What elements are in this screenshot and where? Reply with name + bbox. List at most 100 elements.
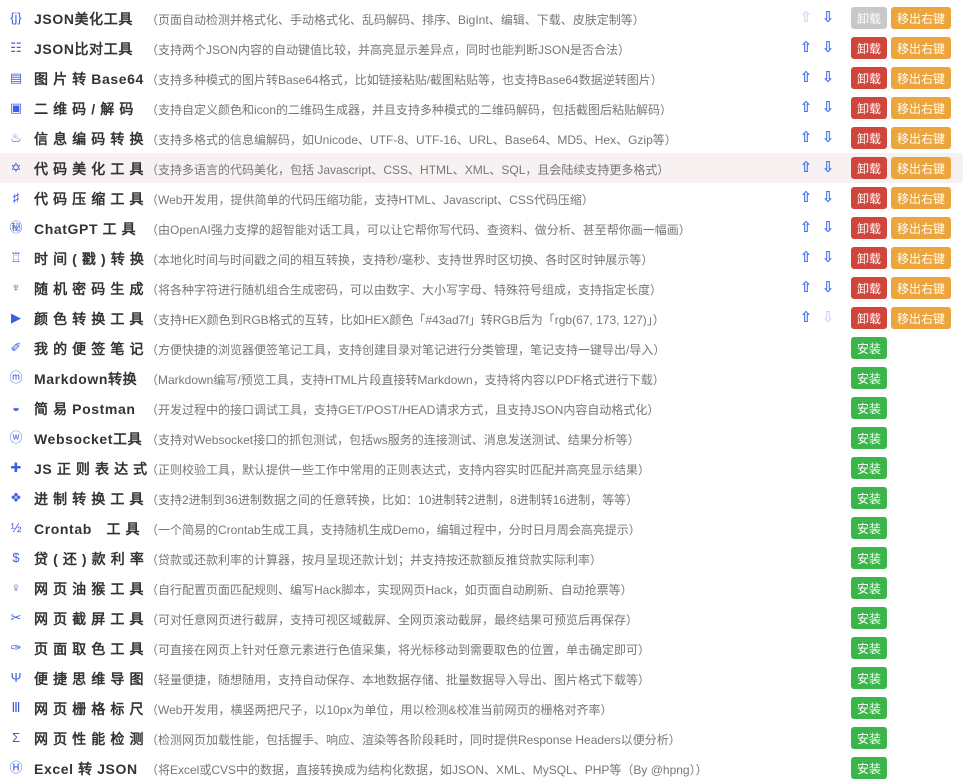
uninstall-button[interactable]: 卸载	[851, 97, 887, 119]
loan-icon: $	[12, 550, 20, 565]
color-picker-icon: ✑	[10, 640, 22, 655]
install-button[interactable]: 安装	[851, 457, 887, 479]
tool-row[interactable]: Ψ 便 捷 思 维 导 图（轻量便捷，随想随用，支持自动保存、本地数据存储、批量数…	[0, 663, 963, 693]
uninstall-button[interactable]: 卸载	[851, 277, 887, 299]
move-up-arrow-icon[interactable]: ⇧	[798, 218, 814, 236]
tool-row[interactable]: ♯ 代 码 压 缩 工 具（Web开发用，提供简单的代码压缩功能，支持HTML、J…	[0, 183, 963, 213]
tool-description: （支持HEX颜色到RGB格式的互转，比如HEX颜色「#43ad7f」转RGB后为…	[146, 313, 665, 327]
move-up-arrow-icon[interactable]: ⇧	[798, 248, 814, 266]
tool-row[interactable]: ✑ 页 面 取 色 工 具（可直接在网页上针对任意元素进行色值采集，将光标移动到需…	[0, 633, 963, 663]
tool-row[interactable]: ♆ 随 机 密 码 生 成（将各种字符进行随机组合生成密码，可以由数字、大小写字母…	[0, 273, 963, 303]
move-up-arrow-icon[interactable]: ⇧	[798, 308, 814, 326]
move-down-arrow-icon[interactable]: ⇩	[820, 158, 836, 176]
tool-row[interactable]: {j} JSON美化工具 （页面自动检测并格式化、手动格式化、乱码解码、排序、Big…	[0, 3, 963, 33]
remove-from-context-menu-button[interactable]: 移出右键	[891, 7, 951, 29]
remove-from-context-menu-button[interactable]: 移出右键	[891, 247, 951, 269]
compare-icon: ☷	[10, 40, 22, 55]
install-button[interactable]: 安装	[851, 697, 887, 719]
tool-row[interactable]: ♖ 时 间 ( 戳 ) 转 换（本地化时间与时间戳之间的相互转换，支持秒/毫秒、支…	[0, 243, 963, 273]
install-button[interactable]: 安装	[851, 367, 887, 389]
qrcode-icon: ▣	[9, 100, 23, 115]
uninstall-button[interactable]: 卸载	[851, 157, 887, 179]
tool-list: {j} JSON美化工具 （页面自动检测并格式化、手动格式化、乱码解码、排序、Big…	[0, 3, 963, 783]
tool-name: 网 页 截 屏 工 具	[34, 611, 145, 627]
uninstall-button[interactable]: 卸载	[851, 7, 887, 29]
tool-description: （自行配置页面匹配规则、编写Hack脚本，实现网页Hack，如页面自动刷新、自动…	[146, 583, 633, 597]
remove-from-context-menu-button[interactable]: 移出右键	[891, 217, 951, 239]
move-down-arrow-icon[interactable]: ⇩	[820, 218, 836, 236]
tool-row[interactable]: Ⓗ Excel 转 JSON （将Excel或CVS中的数据，直接转换成为结构化数据…	[0, 753, 963, 783]
remove-from-context-menu-button[interactable]: 移出右键	[891, 127, 951, 149]
tool-row[interactable]: ✡ 代 码 美 化 工 具（支持多语言的代码美化，包括 Javascript、CS…	[0, 153, 963, 183]
performance-icon: Σ	[11, 730, 21, 745]
tool-row[interactable]: Σ 网 页 性 能 检 测（检测网页加载性能，包括握手、响应、渲染等各阶段耗时，同…	[0, 723, 963, 753]
tool-description: （可对任意网页进行截屏，支持可视区域截屏、全网页滚动截屏，最终结果可预览后再保存…	[146, 613, 639, 627]
move-up-arrow-icon[interactable]: ⇧	[798, 68, 814, 86]
uninstall-button[interactable]: 卸载	[851, 247, 887, 269]
tool-row[interactable]: ❖ 进 制 转 换 工 具（支持2进制到36进制数据之间的任意转换，比如：10进制…	[0, 483, 963, 513]
install-button[interactable]: 安装	[851, 607, 887, 629]
tool-row[interactable]: ½ Crontab 工 具 （一个简易的Crontab生成工具，支持随机生成Demo…	[0, 513, 963, 543]
tool-row[interactable]: $ 贷 ( 还 ) 款 利 率（贷款或还款利率的计算器，按月呈现还款计划；并支持按…	[0, 543, 963, 573]
uninstall-button[interactable]: 卸载	[851, 187, 887, 209]
uninstall-button[interactable]: 卸载	[851, 127, 887, 149]
tool-row[interactable]: ♨ 信 息 编 码 转 换（支持多格式的信息编解码，如Unicode、UTF-8、…	[0, 123, 963, 153]
tool-row[interactable]: ✚ JS 正 则 表 达 式（正则校验工具，默认提供一些工作中常用的正则表达式，支…	[0, 453, 963, 483]
remove-from-context-menu-button[interactable]: 移出右键	[891, 157, 951, 179]
install-button[interactable]: 安装	[851, 757, 887, 779]
move-down-arrow-icon[interactable]: ⇩	[820, 128, 836, 146]
grid-ruler-icon: Ⅲ	[11, 700, 21, 715]
install-button[interactable]: 安装	[851, 577, 887, 599]
move-down-arrow-icon[interactable]: ⇩	[820, 38, 836, 56]
tool-row[interactable]: ▶ 颜 色 转 换 工 具（支持HEX颜色到RGB格式的互转，比如HEX颜色「#4…	[0, 303, 963, 333]
tool-row[interactable]: ✐ 我 的 便 签 笔 记（方便快捷的浏览器便签笔记工具，支持创建目录对笔记进行分…	[0, 333, 963, 363]
tool-name: JS 正 则 表 达 式	[34, 461, 148, 477]
remove-from-context-menu-button[interactable]: 移出右键	[891, 67, 951, 89]
install-button[interactable]: 安装	[851, 667, 887, 689]
move-up-arrow-icon[interactable]: ⇧	[798, 98, 814, 116]
tool-row[interactable]: ⓜ Markdown转换 （Markdown编写/预览工具，支持HTML片段直接转M…	[0, 363, 963, 393]
move-down-arrow-icon[interactable]: ⇩	[820, 98, 836, 116]
install-button[interactable]: 安装	[851, 397, 887, 419]
move-up-arrow-icon[interactable]: ⇧	[798, 278, 814, 296]
tool-row[interactable]: ㊙ ChatGPT 工 具 （由OpenAI强力支撑的超智能对话工具，可以让它帮你写…	[0, 213, 963, 243]
uninstall-button[interactable]: 卸载	[851, 217, 887, 239]
move-up-arrow-icon[interactable]: ⇧	[798, 128, 814, 146]
move-down-arrow-icon[interactable]: ⇩	[820, 248, 836, 266]
install-button[interactable]: 安装	[851, 637, 887, 659]
move-up-arrow-icon[interactable]: ⇧	[798, 158, 814, 176]
install-button[interactable]: 安装	[851, 547, 887, 569]
move-up-arrow-icon[interactable]: ⇧	[798, 38, 814, 56]
install-button[interactable]: 安装	[851, 487, 887, 509]
tool-row[interactable]: ◒ 简 易 Postman （开发过程中的接口调试工具，支持GET/POST/HEA…	[0, 393, 963, 423]
tool-row[interactable]: ▤ 图 片 转 Base64 （支持多种模式的图片转Base64格式，比如链接粘贴/…	[0, 63, 963, 93]
encode-icon: ♨	[10, 130, 22, 145]
remove-from-context-menu-button[interactable]: 移出右键	[891, 37, 951, 59]
tool-row[interactable]: ▣ 二 维 码 / 解 码 （支持自定义颜色和icon的二维码生成器，并且支持多种模…	[0, 93, 963, 123]
move-down-arrow-icon[interactable]: ⇩	[820, 188, 836, 206]
uninstall-button[interactable]: 卸载	[851, 37, 887, 59]
move-up-arrow-icon[interactable]: ⇧	[798, 188, 814, 206]
remove-from-context-menu-button[interactable]: 移出右键	[891, 187, 951, 209]
tool-description: （贷款或还款利率的计算器，按月呈现还款计划；并支持按还款额反推贷款实际利率）	[146, 553, 603, 567]
install-button[interactable]: 安装	[851, 727, 887, 749]
remove-from-context-menu-button[interactable]: 移出右键	[891, 307, 951, 329]
uninstall-button[interactable]: 卸载	[851, 307, 887, 329]
install-button[interactable]: 安装	[851, 517, 887, 539]
tool-name: 网 页 栅 格 标 尺	[34, 701, 145, 717]
install-button[interactable]: 安装	[851, 427, 887, 449]
tool-row[interactable]: ♀ 网 页 油 猴 工 具（自行配置页面匹配规则、编写Hack脚本，实现网页Hac…	[0, 573, 963, 603]
remove-from-context-menu-button[interactable]: 移出右键	[891, 277, 951, 299]
uninstall-button[interactable]: 卸载	[851, 67, 887, 89]
tool-row[interactable]: ✂ 网 页 截 屏 工 具（可对任意网页进行截屏，支持可视区域截屏、全网页滚动截屏…	[0, 603, 963, 633]
tool-name: 随 机 密 码 生 成	[34, 281, 145, 297]
tool-row[interactable]: ☷ JSON比对工具 （支持两个JSON内容的自动键值比较，并高亮显示差异点，同时也…	[0, 33, 963, 63]
move-down-arrow-icon[interactable]: ⇩	[820, 68, 836, 86]
install-button[interactable]: 安装	[851, 337, 887, 359]
tool-row[interactable]: ⓦ Websocket工具 （支持对Websocket接口的抓包测试，包括ws服务的…	[0, 423, 963, 453]
move-down-arrow-icon[interactable]: ⇩	[820, 8, 836, 26]
tool-name: Crontab 工 具	[34, 521, 141, 537]
remove-from-context-menu-button[interactable]: 移出右键	[891, 97, 951, 119]
move-down-arrow-icon[interactable]: ⇩	[820, 278, 836, 296]
tool-row[interactable]: Ⅲ 网 页 栅 格 标 尺（Web开发用，横竖两把尺子，以10px为单位，用以检测…	[0, 693, 963, 723]
